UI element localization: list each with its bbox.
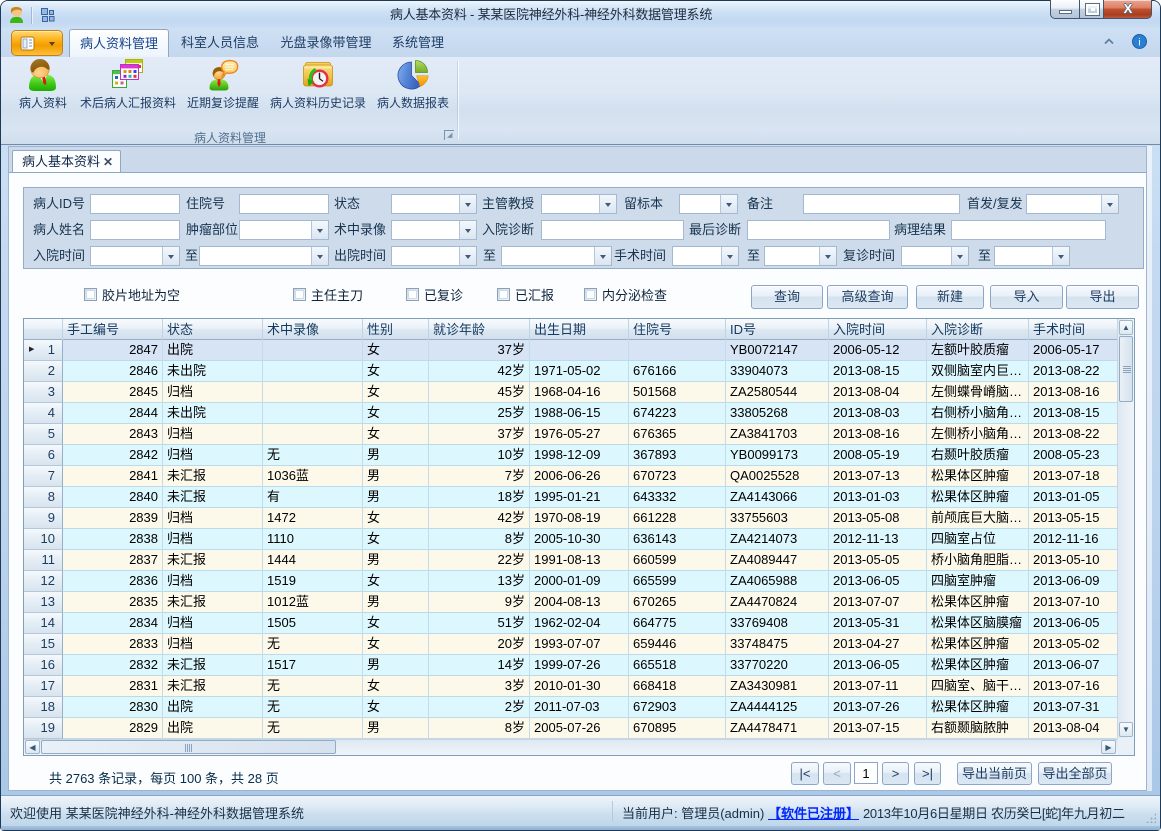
svg-text:i: i: [1138, 38, 1140, 49]
